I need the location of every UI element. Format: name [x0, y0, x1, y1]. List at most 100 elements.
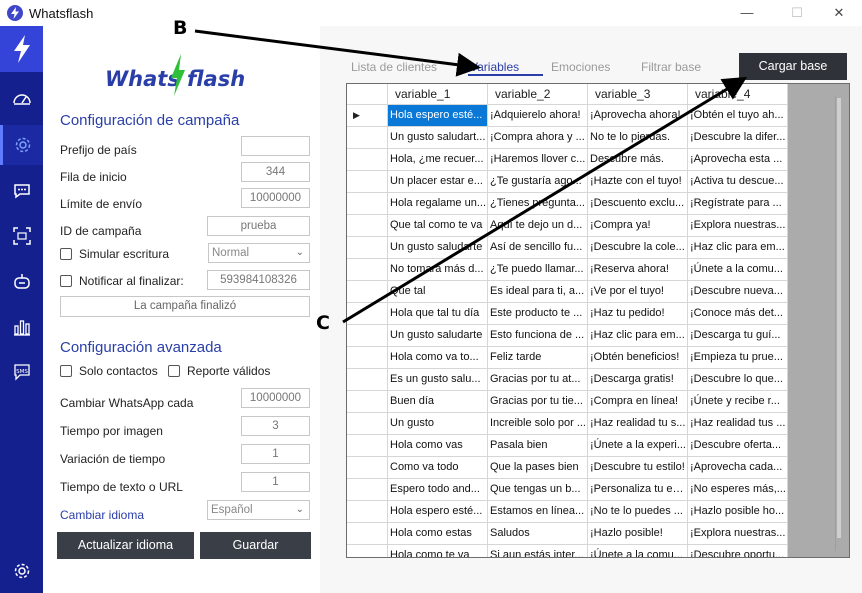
table-cell[interactable]: ¡Únete a la comu...: [588, 545, 688, 557]
table-cell[interactable]: ¡No esperes más,...: [688, 479, 788, 501]
minimize-button[interactable]: —: [724, 0, 770, 26]
table-cell[interactable]: ¡Conoce más det...: [688, 303, 788, 325]
table-cell[interactable]: ¡Obtén beneficios!: [588, 347, 688, 369]
notify-checkbox[interactable]: [60, 275, 72, 287]
tab-variables[interactable]: Variables: [470, 60, 519, 74]
table-cell[interactable]: ¿Tienes pregunta...: [488, 193, 588, 215]
dashboard-icon[interactable]: [0, 78, 43, 118]
table-cell[interactable]: ¡Descubre lo que...: [688, 369, 788, 391]
load-base-button[interactable]: Cargar base: [739, 53, 847, 80]
time-variation-input[interactable]: 1: [241, 444, 310, 464]
row-header[interactable]: [347, 413, 388, 435]
table-cell[interactable]: ¡Descarga gratis!: [588, 369, 688, 391]
table-cell[interactable]: Como va todo: [388, 457, 488, 479]
table-cell[interactable]: Un gusto saludarte: [388, 325, 488, 347]
column-header[interactable]: variable_1: [388, 84, 488, 105]
table-cell[interactable]: ¡Reserva ahora!: [588, 259, 688, 281]
table-cell[interactable]: ¡Descubre la cole...: [588, 237, 688, 259]
row-header[interactable]: [347, 127, 388, 149]
row-header[interactable]: [347, 523, 388, 545]
row-header[interactable]: [347, 435, 388, 457]
table-cell[interactable]: Hola, ¿me recuer...: [388, 149, 488, 171]
table-cell[interactable]: ¡Adquierelo ahora!: [488, 105, 588, 127]
change-language-link[interactable]: Cambiar idioma: [60, 508, 144, 522]
row-header[interactable]: [347, 369, 388, 391]
table-cell[interactable]: ¡Aprovecha cada...: [688, 457, 788, 479]
variables-table[interactable]: variable_1 variable_2 variable_3 variable_4…: [346, 83, 850, 558]
table-cell[interactable]: Hola regalame un...: [388, 193, 488, 215]
table-cell[interactable]: ¡Descuento exclu...: [588, 193, 688, 215]
settings-icon[interactable]: [0, 125, 43, 165]
table-cell[interactable]: ¡Compra en línea!: [588, 391, 688, 413]
typing-mode-select[interactable]: Normal ⌄: [208, 243, 310, 263]
table-cell[interactable]: ¡Descubre oferta...: [688, 435, 788, 457]
save-button[interactable]: Guardar: [200, 532, 311, 559]
table-cell[interactable]: ¡Hazte con el tuyo!: [588, 171, 688, 193]
nav-lightning-icon[interactable]: [0, 26, 43, 72]
table-cell[interactable]: Hola espero esté...: [388, 105, 488, 127]
table-cell[interactable]: Saludos: [488, 523, 588, 545]
table-cell[interactable]: Un gusto saludarte: [388, 237, 488, 259]
table-cell[interactable]: Un gusto saludart...: [388, 127, 488, 149]
table-cell[interactable]: ¡Descarga tu guí...: [688, 325, 788, 347]
table-cell[interactable]: Increible solo por ...: [488, 413, 588, 435]
row-header[interactable]: [347, 281, 388, 303]
table-cell[interactable]: Hola espero esté...: [388, 501, 488, 523]
start-row-input[interactable]: 344: [241, 162, 310, 182]
table-cell[interactable]: Feliz tarde: [488, 347, 588, 369]
table-cell[interactable]: ¡Compra ya!: [588, 215, 688, 237]
table-cell[interactable]: Gracias por tu tie...: [488, 391, 588, 413]
table-cell[interactable]: Que la pases bien: [488, 457, 588, 479]
row-header[interactable]: [347, 501, 388, 523]
send-limit-input[interactable]: 10000000: [241, 188, 310, 208]
table-cell[interactable]: Gracias por tu at...: [488, 369, 588, 391]
table-cell[interactable]: ¡Ve por el tuyo!: [588, 281, 688, 303]
simulate-typing-checkbox[interactable]: [60, 248, 72, 260]
table-cell[interactable]: No te lo pierdas.: [588, 127, 688, 149]
table-cell[interactable]: ¡Explora nuestras...: [688, 523, 788, 545]
table-cell[interactable]: Que tal como te va: [388, 215, 488, 237]
table-cell[interactable]: No tomara más d...: [388, 259, 488, 281]
row-header[interactable]: [347, 347, 388, 369]
table-cell[interactable]: ¡Empieza tu prue...: [688, 347, 788, 369]
table-cell[interactable]: Así de sencillo fu...: [488, 237, 588, 259]
bot-icon[interactable]: [0, 262, 43, 302]
table-cell[interactable]: ¡Descubre nueva...: [688, 281, 788, 303]
scan-icon[interactable]: [0, 216, 43, 256]
table-cell[interactable]: Aquí te dejo un d...: [488, 215, 588, 237]
table-cell[interactable]: ¡Haz clic para em...: [588, 325, 688, 347]
row-header[interactable]: [347, 545, 388, 557]
table-cell[interactable]: ¡Hazlo posible!: [588, 523, 688, 545]
row-header[interactable]: [347, 259, 388, 281]
row-header[interactable]: [347, 457, 388, 479]
stats-icon[interactable]: [0, 307, 43, 347]
maximize-button[interactable]: ☐: [774, 0, 820, 26]
table-cell[interactable]: ¡Compra ahora y ...: [488, 127, 588, 149]
table-cell[interactable]: Hola como vas: [388, 435, 488, 457]
table-cell[interactable]: Es ideal para ti, a...: [488, 281, 588, 303]
tab-emotions[interactable]: Emociones: [551, 60, 610, 74]
tab-client-list[interactable]: Lista de clientes: [351, 60, 437, 74]
row-header[interactable]: [347, 325, 388, 347]
table-cell[interactable]: Hola como te va: [388, 545, 488, 557]
table-cell[interactable]: ¡Aprovecha ahora!: [588, 105, 688, 127]
table-cell[interactable]: ¡Únete a la experi...: [588, 435, 688, 457]
sms-icon[interactable]: SMS: [0, 352, 43, 392]
table-cell[interactable]: Estamos en línea...: [488, 501, 588, 523]
table-cell[interactable]: Pasala bien: [488, 435, 588, 457]
only-contacts-checkbox[interactable]: [60, 365, 72, 377]
country-prefix-input[interactable]: [241, 136, 310, 156]
table-cell[interactable]: ¡Haz clic para em...: [688, 237, 788, 259]
column-header[interactable]: variable_2: [488, 84, 588, 105]
table-cell[interactable]: Hola como va to...: [388, 347, 488, 369]
column-header[interactable]: variable_3: [588, 84, 688, 105]
table-cell[interactable]: Hola que tal tu día: [388, 303, 488, 325]
table-cell[interactable]: ¡Regístrate para ...: [688, 193, 788, 215]
time-per-image-input[interactable]: 3: [241, 416, 310, 436]
table-cell[interactable]: ¡Obtén el tuyo ah...: [688, 105, 788, 127]
table-cell[interactable]: ¡Descubre tu estilo!: [588, 457, 688, 479]
table-cell[interactable]: Espero todo and...: [388, 479, 488, 501]
table-cell[interactable]: Este producto te ...: [488, 303, 588, 325]
row-header[interactable]: [347, 479, 388, 501]
update-language-button[interactable]: Actualizar idioma: [57, 532, 194, 559]
